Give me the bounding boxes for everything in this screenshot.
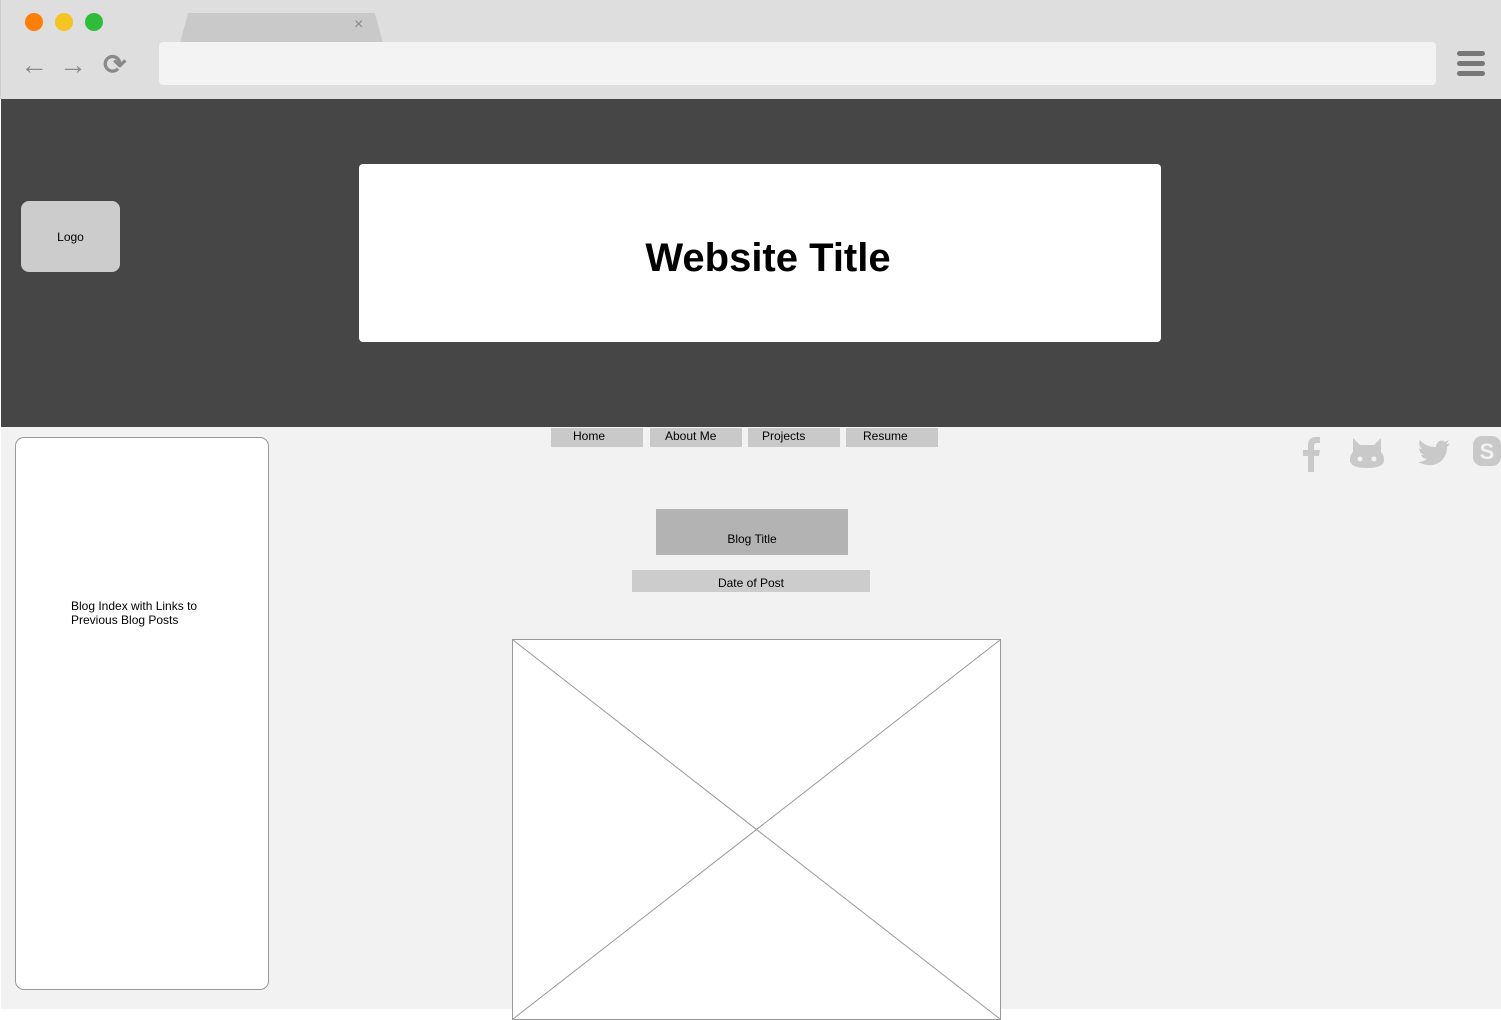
close-window-button[interactable] xyxy=(25,13,43,31)
nav-resume[interactable]: Resume xyxy=(846,428,938,447)
tab-close-icon[interactable]: × xyxy=(354,16,363,34)
image-placeholder xyxy=(512,639,1001,1020)
blog-index-sidebar: Blog Index with Links to Previous Blog P… xyxy=(15,437,269,990)
blog-title: Blog Title xyxy=(656,509,848,555)
website-title: Website Title xyxy=(645,235,891,280)
minimize-window-button[interactable] xyxy=(55,13,73,31)
svg-text:S: S xyxy=(1480,439,1495,464)
facebook-icon[interactable] xyxy=(1300,436,1322,472)
logo[interactable]: Logo xyxy=(21,201,120,272)
back-icon[interactable]: ← xyxy=(20,50,48,80)
maximize-window-button[interactable] xyxy=(85,13,103,31)
reload-icon[interactable]: ⟳ xyxy=(103,50,126,80)
skype-icon[interactable]: S xyxy=(1473,436,1501,466)
github-icon[interactable] xyxy=(1350,438,1384,468)
hamburger-menu-icon[interactable] xyxy=(1457,51,1485,81)
nav-projects[interactable]: Projects xyxy=(748,428,840,447)
address-bar[interactable] xyxy=(159,42,1436,85)
browser-tab[interactable] xyxy=(180,13,383,43)
blog-index-text: Blog Index with Links to Previous Blog P… xyxy=(71,599,198,627)
twitter-icon[interactable] xyxy=(1418,440,1450,468)
nav-about-me[interactable]: About Me xyxy=(650,428,742,447)
nav-home[interactable]: Home xyxy=(551,428,643,447)
title-box: Website Title xyxy=(359,164,1161,342)
post-date: Date of Post xyxy=(632,570,870,592)
forward-icon[interactable]: → xyxy=(59,50,87,80)
